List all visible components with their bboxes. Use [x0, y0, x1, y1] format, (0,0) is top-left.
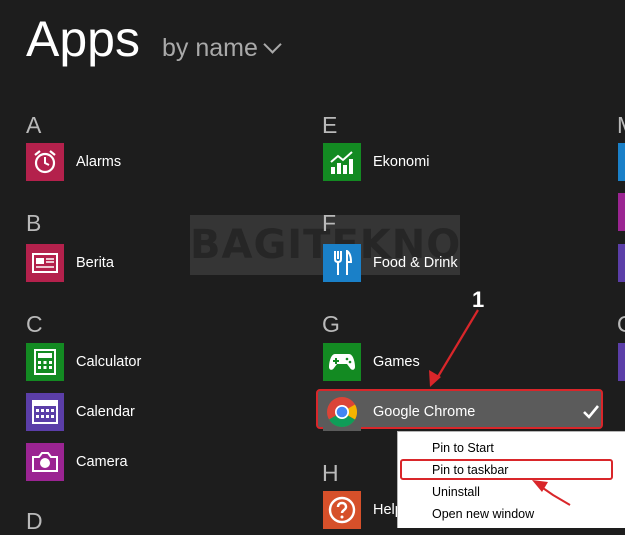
- arrow-1-line: [435, 309, 479, 381]
- step-1-label: 1: [472, 287, 485, 312]
- annotation-arrows: [429, 309, 571, 506]
- arrow-2-line: [539, 485, 571, 506]
- step-2-label: 2: [575, 496, 588, 521]
